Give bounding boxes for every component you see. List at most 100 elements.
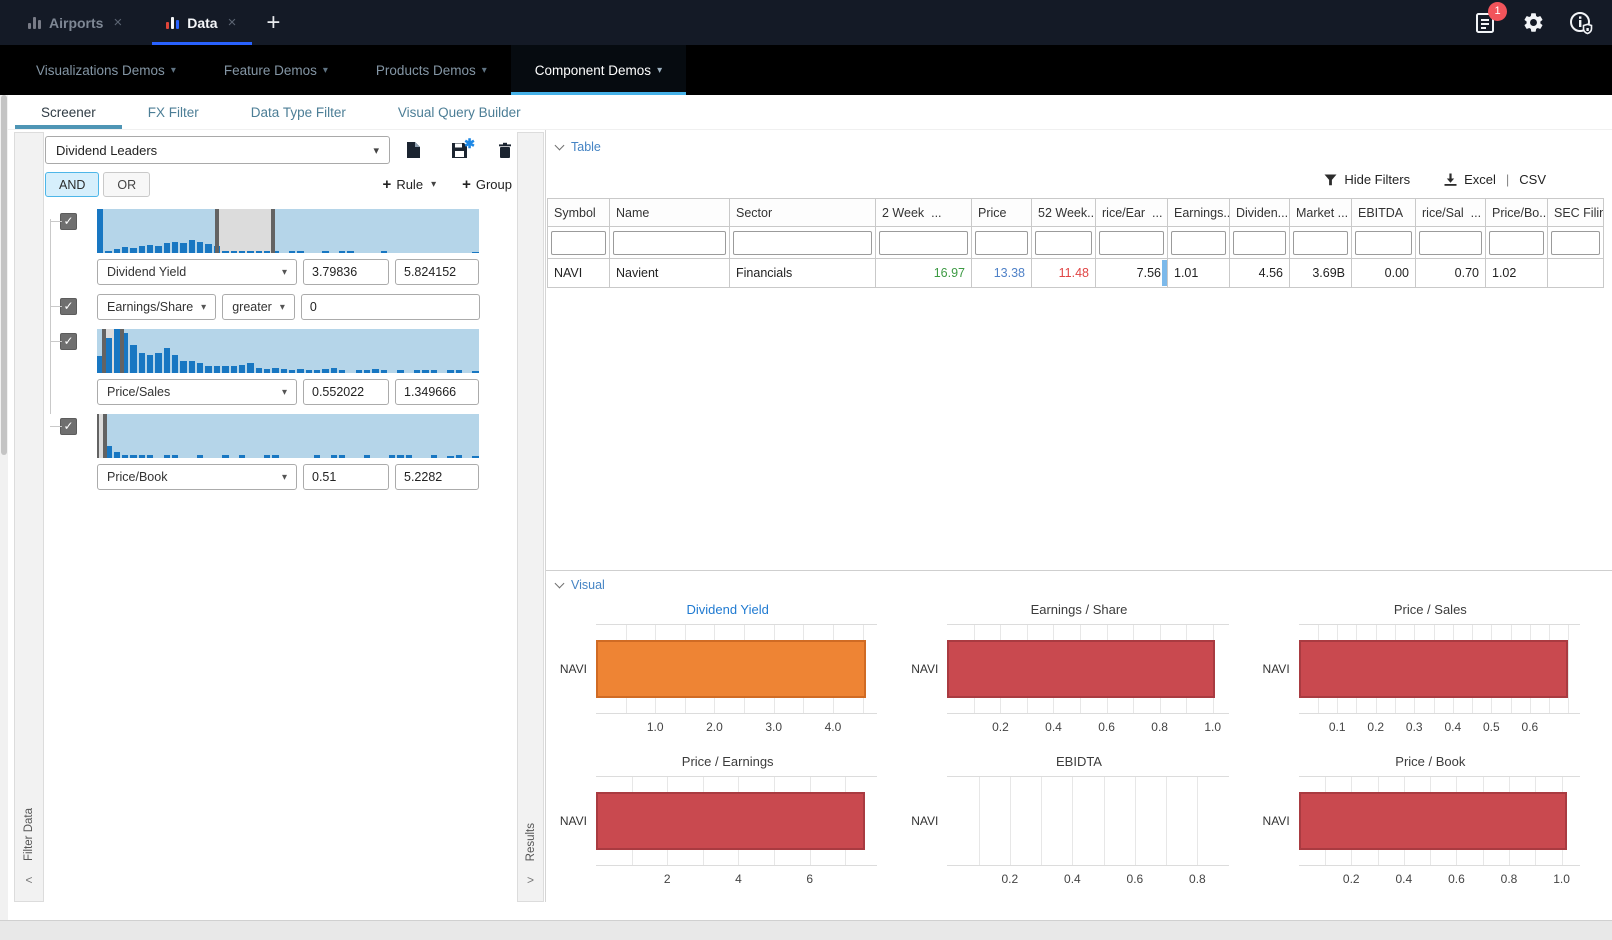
min-value-input[interactable] xyxy=(303,379,389,405)
column-header[interactable]: rice/Ear ... xyxy=(1096,199,1168,227)
histogram-range-handle[interactable] xyxy=(120,329,124,373)
close-icon[interactable]: × xyxy=(111,14,124,31)
column-header[interactable]: Earnings... xyxy=(1168,199,1230,227)
column-header[interactable]: Price/Bo... xyxy=(1486,199,1548,227)
rule-checkbox[interactable]: ✓ xyxy=(60,418,77,435)
column-filter-input[interactable] xyxy=(1035,231,1092,255)
filter-cell xyxy=(1290,227,1352,259)
column-header[interactable]: EBITDA xyxy=(1352,199,1416,227)
menu-visualizations-demos[interactable]: Visualizations Demos ▾ xyxy=(12,45,200,95)
save-filter-button[interactable]: ✱ xyxy=(451,142,468,159)
max-value-input[interactable] xyxy=(395,259,479,285)
collapse-right-icon[interactable]: > xyxy=(527,873,534,887)
column-filter-input[interactable] xyxy=(1489,231,1544,255)
and-button[interactable]: AND xyxy=(45,172,99,197)
max-value-input[interactable] xyxy=(395,464,479,490)
add-group-button[interactable]: + Group xyxy=(462,176,512,193)
filter-cell xyxy=(1032,227,1096,259)
bar-NAVI[interactable] xyxy=(1299,640,1569,698)
info-button[interactable] xyxy=(1568,10,1594,36)
column-filter-input[interactable] xyxy=(733,231,872,255)
tab-screener[interactable]: Screener xyxy=(15,95,122,129)
tab-fx-filter[interactable]: FX Filter xyxy=(122,95,225,129)
field-select[interactable]: Earnings/Share ▾ xyxy=(97,294,216,320)
column-filter-input[interactable] xyxy=(879,231,968,255)
histogram-dividend-yield[interactable] xyxy=(97,209,479,253)
min-value-input[interactable] xyxy=(303,464,389,490)
column-header[interactable]: Price xyxy=(972,199,1032,227)
column-header[interactable]: Symbol xyxy=(548,199,610,227)
column-filter-input[interactable] xyxy=(613,231,726,255)
histogram-price-book[interactable] xyxy=(97,414,479,458)
column-header[interactable]: rice/Sal ... xyxy=(1416,199,1486,227)
column-filter-input[interactable] xyxy=(1099,231,1164,255)
column-header[interactable]: Name xyxy=(610,199,730,227)
bar-NAVI[interactable] xyxy=(596,640,866,698)
left-scrollbar[interactable] xyxy=(0,95,8,920)
menu-feature-demos[interactable]: Feature Demos ▾ xyxy=(200,45,352,95)
preset-combobox[interactable]: Dividend Leaders ▾ xyxy=(45,136,390,164)
column-header[interactable]: Dividen... xyxy=(1230,199,1290,227)
field-select[interactable]: Price/Sales ▾ xyxy=(97,379,297,405)
bar-NAVI[interactable] xyxy=(947,640,1215,698)
delete-filter-button[interactable] xyxy=(498,142,512,159)
rule-checkbox[interactable]: ✓ xyxy=(60,298,77,315)
column-filter-input[interactable] xyxy=(975,231,1028,255)
histogram-bar xyxy=(431,455,437,458)
column-filter-input[interactable] xyxy=(1551,231,1600,255)
column-filter-input[interactable] xyxy=(1171,231,1226,255)
column-header[interactable]: 52 Week... xyxy=(1032,199,1096,227)
min-value-input[interactable] xyxy=(303,259,389,285)
column-filter-input[interactable] xyxy=(1233,231,1286,255)
table-filter-row xyxy=(548,227,1604,259)
field-select[interactable]: Dividend Yield ▾ xyxy=(97,259,297,285)
hide-filters-button[interactable]: Hide Filters xyxy=(1324,172,1410,187)
rule-checkbox[interactable]: ✓ xyxy=(60,213,77,230)
collapse-left-icon[interactable]: < xyxy=(25,873,32,887)
histogram-range-handle[interactable] xyxy=(102,329,106,373)
operator-select[interactable]: greater ▾ xyxy=(222,294,295,320)
app-tab-data[interactable]: Data × xyxy=(152,0,252,45)
export-excel-button[interactable]: Excel xyxy=(1464,172,1496,187)
column-filter-input[interactable] xyxy=(551,231,606,255)
table-section-header[interactable]: Table xyxy=(556,140,601,154)
bar-NAVI[interactable] xyxy=(596,792,865,850)
tab-data-type-filter[interactable]: Data Type Filter xyxy=(225,95,372,129)
rule-checkbox[interactable]: ✓ xyxy=(60,333,77,350)
histogram-price-sales[interactable] xyxy=(97,329,479,373)
tab-visual-query-builder[interactable]: Visual Query Builder xyxy=(372,95,547,129)
max-value-input[interactable] xyxy=(395,379,479,405)
column-header[interactable]: Sector xyxy=(730,199,876,227)
menu-component-demos[interactable]: Component Demos ▾ xyxy=(511,45,686,95)
close-icon[interactable]: × xyxy=(226,14,239,31)
column-filter-input[interactable] xyxy=(1293,231,1348,255)
results-collapse-strip[interactable]: Results > xyxy=(517,132,544,902)
histogram-bar xyxy=(139,455,145,458)
or-button[interactable]: OR xyxy=(103,172,150,197)
column-header[interactable]: 2 Week ... xyxy=(876,199,972,227)
column-filter-input[interactable] xyxy=(1355,231,1412,255)
column-filter-input[interactable] xyxy=(1419,231,1482,255)
filter-data-collapse-strip[interactable]: Filter Data < xyxy=(14,132,44,902)
column-header[interactable]: Market ... xyxy=(1290,199,1352,227)
bar-NAVI[interactable] xyxy=(1299,792,1567,850)
cell-value: 16.97 xyxy=(934,266,965,280)
new-filter-button[interactable] xyxy=(406,141,421,159)
histogram-range-handle[interactable] xyxy=(271,209,275,253)
histogram-range-handle[interactable] xyxy=(215,209,219,253)
notifications-button[interactable]: 1 xyxy=(1472,10,1498,36)
histogram-range-handle[interactable] xyxy=(97,414,99,458)
app-tab-airports[interactable]: Airports × xyxy=(14,0,138,45)
column-header[interactable]: SEC Filin... xyxy=(1548,199,1604,227)
field-select[interactable]: Price/Book ▾ xyxy=(97,464,297,490)
menu-products-demos[interactable]: Products Demos ▾ xyxy=(352,45,511,95)
histogram-range-handle[interactable] xyxy=(103,414,107,458)
visual-section-header[interactable]: Visual xyxy=(556,578,605,592)
settings-button[interactable] xyxy=(1520,10,1546,36)
new-tab-button[interactable]: + xyxy=(252,0,294,45)
table-row[interactable]: NAVINavientFinancials16.9713.3811.487.56… xyxy=(548,259,1604,288)
add-rule-button[interactable]: + Rule ▾ xyxy=(383,176,437,193)
export-csv-button[interactable]: CSV xyxy=(1519,172,1546,187)
compare-value-input[interactable] xyxy=(301,294,480,320)
scrollbar-thumb[interactable] xyxy=(1,95,7,455)
